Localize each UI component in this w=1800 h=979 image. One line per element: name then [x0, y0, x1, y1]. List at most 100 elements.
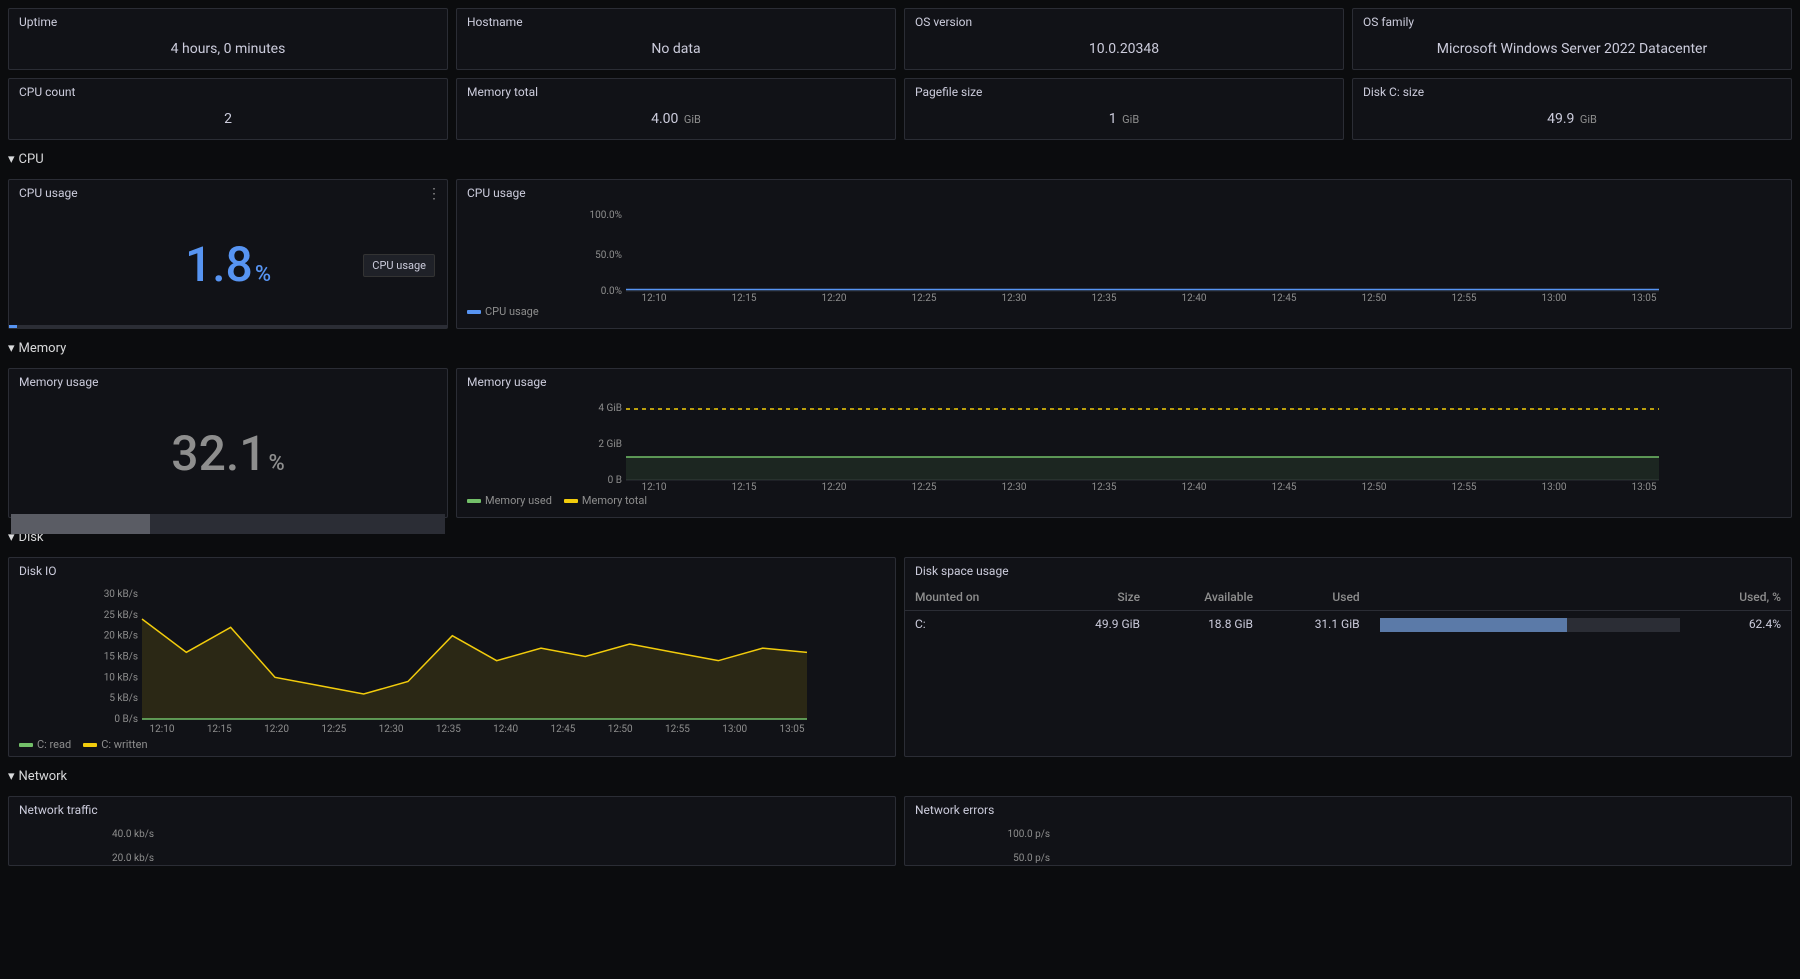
- svg-text:12:45: 12:45: [550, 724, 575, 734]
- svg-text:25 kB/s: 25 kB/s: [104, 610, 138, 621]
- th-size[interactable]: Size: [1043, 584, 1150, 611]
- panel-title: Memory usage: [457, 369, 1791, 395]
- stat-hostname[interactable]: Hostname No data: [456, 8, 896, 70]
- stat-pagefile-size[interactable]: Pagefile size 1 GiB: [904, 78, 1344, 140]
- stat-value: 1 GiB: [905, 105, 1343, 139]
- panel-network-traffic[interactable]: Network traffic 40.0 kb/s 20.0 kb/s: [8, 796, 896, 866]
- stat-label: Memory total: [457, 79, 895, 105]
- panel-title: CPU usage: [9, 180, 447, 206]
- chevron-down-icon: ▾: [8, 152, 15, 167]
- panel-menu-icon[interactable]: ⋮: [427, 186, 441, 202]
- stat-disk-c-size[interactable]: Disk C: size 49.9 GiB: [1352, 78, 1792, 140]
- svg-text:12:25: 12:25: [912, 482, 937, 490]
- panel-title: CPU usage: [457, 180, 1791, 206]
- stat-value: 2: [9, 105, 447, 139]
- svg-text:12:30: 12:30: [1002, 293, 1027, 301]
- gauge-bar: [9, 325, 447, 328]
- cpu-chart: 100.0% 50.0% 0.0% 12:1012:1512:2012:2512…: [457, 206, 1791, 301]
- svg-text:12:10: 12:10: [642, 293, 667, 301]
- disk-io-chart: 0 B/s5 kB/s10 kB/s15 kB/s20 kB/s25 kB/s3…: [9, 584, 895, 734]
- stat-label: CPU count: [9, 79, 447, 105]
- legend: C: read C: written: [9, 734, 895, 755]
- svg-text:12:10: 12:10: [642, 482, 667, 490]
- stat-label: OS version: [905, 9, 1343, 35]
- panel-disk-io[interactable]: Disk IO 0 B/s5 kB/s10 kB/s15 kB/s20 kB/s…: [8, 557, 896, 757]
- svg-text:12:50: 12:50: [1362, 293, 1387, 301]
- svg-text:12:25: 12:25: [321, 724, 346, 734]
- th-mount[interactable]: Mounted on: [905, 584, 1043, 611]
- th-avail[interactable]: Available: [1150, 584, 1263, 611]
- stat-value: 10.0.20348: [905, 35, 1343, 69]
- usage-bar: [1380, 618, 1680, 632]
- svg-text:30 kB/s: 30 kB/s: [104, 589, 138, 600]
- svg-text:50.0%: 50.0%: [595, 250, 622, 261]
- svg-text:12:25: 12:25: [912, 293, 937, 301]
- memory-chart: 4 GiB 2 GiB 0 B 12:1012:1512:2012:2512:3…: [457, 395, 1791, 490]
- svg-text:12:10: 12:10: [150, 724, 175, 734]
- th-used[interactable]: Used: [1263, 584, 1370, 611]
- panel-cpu-chart[interactable]: CPU usage 100.0% 50.0% 0.0% 12:1012:1512…: [456, 179, 1792, 329]
- panel-network-errors[interactable]: Network errors 100.0 p/s 50.0 p/s: [904, 796, 1792, 866]
- panel-memory-chart[interactable]: Memory usage 4 GiB 2 GiB 0 B 12:1012:151…: [456, 368, 1792, 518]
- stat-value: Microsoft Windows Server 2022 Datacenter: [1353, 35, 1791, 69]
- stat-os-version[interactable]: OS version 10.0.20348: [904, 8, 1344, 70]
- svg-text:0.0%: 0.0%: [601, 286, 622, 297]
- svg-text:12:35: 12:35: [1092, 482, 1117, 490]
- section-title: Network: [19, 769, 68, 784]
- disk-space-table: Mounted on Size Available Used Used, % C…: [905, 584, 1791, 638]
- panel-memory-gauge[interactable]: Memory usage 32.1%: [8, 368, 448, 518]
- svg-text:12:30: 12:30: [379, 724, 404, 734]
- svg-text:12:55: 12:55: [1452, 482, 1477, 490]
- svg-text:13:00: 13:00: [1542, 293, 1567, 301]
- svg-text:15 kB/s: 15 kB/s: [104, 652, 138, 663]
- svg-text:12:50: 12:50: [608, 724, 633, 734]
- svg-text:50.0 p/s: 50.0 p/s: [1013, 853, 1050, 863]
- chevron-down-icon: ▾: [8, 769, 15, 784]
- svg-text:12:55: 12:55: [1452, 293, 1477, 301]
- chevron-down-icon: ▾: [8, 341, 15, 356]
- stat-uptime[interactable]: Uptime 4 hours, 0 minutes: [8, 8, 448, 70]
- stat-label: Disk C: size: [1353, 79, 1791, 105]
- section-cpu[interactable]: ▾ CPU: [8, 148, 1792, 171]
- svg-text:12:20: 12:20: [822, 293, 847, 301]
- svg-text:0 B: 0 B: [608, 475, 622, 486]
- table-row[interactable]: C: 49.9 GiB 18.8 GiB 31.1 GiB 62.4%: [905, 611, 1791, 638]
- svg-text:13:05: 13:05: [1632, 482, 1657, 490]
- memory-gauge-value: 32.1%: [9, 395, 447, 512]
- panel-title: Memory usage: [9, 369, 447, 395]
- svg-text:40.0 kb/s: 40.0 kb/s: [112, 829, 154, 840]
- svg-text:12:40: 12:40: [493, 724, 518, 734]
- svg-text:4 GiB: 4 GiB: [598, 403, 622, 414]
- panel-cpu-gauge[interactable]: CPU usage ⋮ 1.8% CPU usage: [8, 179, 448, 329]
- svg-text:12:45: 12:45: [1272, 293, 1297, 301]
- legend: CPU usage: [457, 301, 1791, 322]
- svg-text:100.0%: 100.0%: [590, 210, 622, 221]
- stat-os-family[interactable]: OS family Microsoft Windows Server 2022 …: [1352, 8, 1792, 70]
- stat-label: Pagefile size: [905, 79, 1343, 105]
- svg-text:12:40: 12:40: [1182, 293, 1207, 301]
- stat-value: 49.9 GiB: [1353, 105, 1791, 139]
- stat-value: 4.00 GiB: [457, 105, 895, 139]
- section-title: Memory: [19, 341, 67, 356]
- panel-title: Disk IO: [9, 558, 895, 584]
- stat-memory-total[interactable]: Memory total 4.00 GiB: [456, 78, 896, 140]
- svg-text:5 kB/s: 5 kB/s: [109, 693, 138, 704]
- svg-text:12:55: 12:55: [665, 724, 690, 734]
- panel-title: Network errors: [905, 797, 1791, 823]
- svg-text:13:05: 13:05: [780, 724, 805, 734]
- svg-text:13:00: 13:00: [722, 724, 747, 734]
- svg-text:12:45: 12:45: [1272, 482, 1297, 490]
- stat-cpu-count[interactable]: CPU count 2: [8, 78, 448, 140]
- svg-text:12:20: 12:20: [822, 482, 847, 490]
- th-usedpct[interactable]: Used, %: [1690, 584, 1791, 611]
- tooltip: CPU usage: [363, 254, 435, 277]
- section-memory[interactable]: ▾ Memory: [8, 337, 1792, 360]
- net-errors-chart: 100.0 p/s 50.0 p/s: [905, 823, 1791, 863]
- panel-title: Network traffic: [9, 797, 895, 823]
- svg-text:20.0 kb/s: 20.0 kb/s: [112, 853, 154, 863]
- section-network[interactable]: ▾ Network: [8, 765, 1792, 788]
- legend: Memory used Memory total: [457, 490, 1791, 511]
- panel-disk-space[interactable]: Disk space usage Mounted on Size Availab…: [904, 557, 1792, 757]
- net-traffic-chart: 40.0 kb/s 20.0 kb/s: [9, 823, 895, 863]
- svg-text:12:40: 12:40: [1182, 482, 1207, 490]
